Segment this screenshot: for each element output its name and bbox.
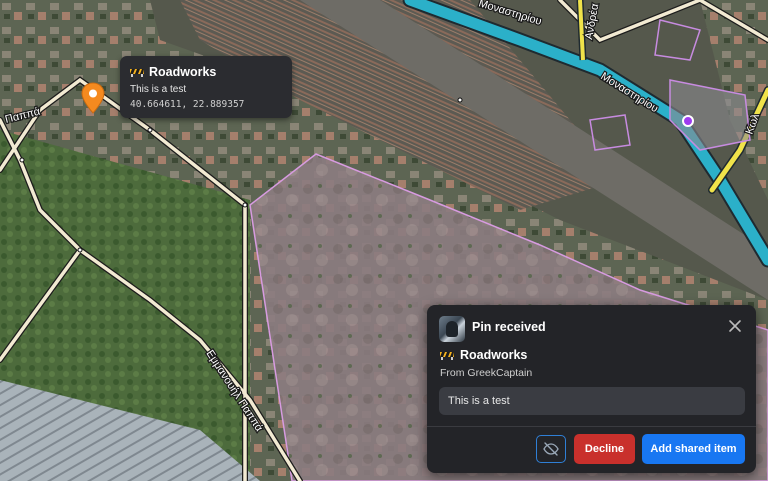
sender-text: From GreekCaptain — [440, 367, 533, 379]
close-icon[interactable] — [728, 319, 742, 333]
notification-heading: Pin received — [472, 320, 546, 334]
roadworks-barrier-icon — [130, 69, 144, 77]
pin-title: Roadworks — [149, 65, 217, 79]
message-box: This is a test — [439, 387, 745, 415]
hide-button[interactable] — [536, 435, 566, 463]
eye-off-icon — [543, 442, 559, 456]
pin-description: This is a test — [130, 84, 187, 95]
add-shared-item-button[interactable]: Add shared item — [642, 434, 745, 464]
shared-item-name: Roadworks — [460, 348, 528, 362]
avatar — [439, 316, 465, 342]
map-pin-icon[interactable] — [81, 82, 105, 114]
roadworks-barrier-icon — [440, 352, 454, 360]
divider — [427, 426, 756, 427]
location-dot — [682, 115, 694, 127]
pin-received-notification: Pin received Roadworks From GreekCaptain… — [427, 305, 756, 473]
pin-coordinates: 40.664611, 22.889357 — [130, 99, 245, 110]
decline-button[interactable]: Decline — [574, 434, 635, 464]
pin-popup[interactable]: Roadworks This is a test 40.664611, 22.8… — [120, 56, 292, 118]
